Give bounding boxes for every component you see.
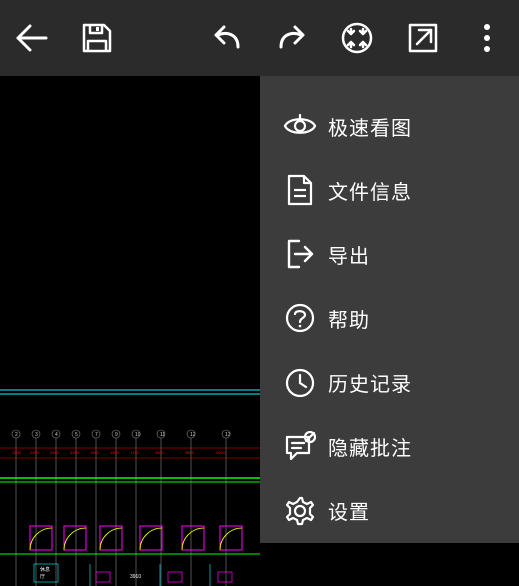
menu-item-label: 设置: [328, 496, 370, 525]
menu-item-label: 导出: [328, 240, 370, 269]
menu-item-settings[interactable]: 设置: [260, 479, 519, 543]
svg-text:3600: 3600: [185, 450, 195, 455]
menu-item-history[interactable]: 历史记录: [260, 351, 519, 415]
menu-item-label: 历史记录: [328, 368, 412, 397]
menu-item-export[interactable]: 导出: [260, 222, 519, 286]
svg-text:厅: 厅: [40, 574, 45, 580]
svg-text:3000: 3000: [216, 450, 226, 455]
toolbar: [0, 0, 519, 76]
menu-item-label: 极速看图: [328, 112, 412, 141]
file-icon: [282, 172, 318, 208]
gear-icon: [282, 493, 318, 529]
fullscreen-icon: [407, 22, 439, 54]
save-button[interactable]: [78, 19, 116, 57]
menu-item-label: 隐藏批注: [328, 432, 412, 461]
back-button[interactable]: [12, 19, 50, 57]
svg-text:2: 2: [15, 432, 18, 438]
annotation-hide-icon: [282, 429, 318, 465]
svg-text:9: 9: [115, 432, 118, 438]
svg-text:5: 5: [75, 432, 78, 438]
more-vertical-icon: [483, 22, 491, 54]
zoom-extents-button[interactable]: [338, 19, 376, 57]
svg-text:3600: 3600: [155, 450, 165, 455]
redo-button[interactable]: [273, 19, 311, 57]
help-icon: [282, 300, 318, 336]
fullscreen-button[interactable]: [404, 19, 442, 57]
zoom-extents-icon: [340, 21, 374, 55]
undo-button[interactable]: [208, 19, 246, 57]
more-menu-panel: 极速看图 文件信息 导出 帮助: [260, 76, 519, 543]
redo-icon: [277, 23, 307, 53]
menu-item-file-info[interactable]: 文件信息: [260, 158, 519, 222]
export-icon: [282, 236, 318, 272]
clock-icon: [282, 365, 318, 401]
svg-text:1500: 1500: [90, 450, 100, 455]
svg-text:3200: 3200: [70, 450, 80, 455]
svg-text:3: 3: [35, 432, 38, 438]
menu-item-hide-annotation[interactable]: 隐藏批注: [260, 415, 519, 479]
cad-drawing: 234 579 101112 13 150024002400 320015001…: [0, 386, 260, 586]
menu-item-label: 帮助: [328, 304, 370, 333]
save-icon: [80, 21, 114, 55]
svg-text:2400: 2400: [50, 450, 60, 455]
menu-item-label: 文件信息: [328, 176, 412, 205]
svg-text:休息: 休息: [40, 566, 50, 573]
eye-icon: [282, 108, 318, 144]
svg-text:2400: 2400: [30, 450, 40, 455]
svg-text:7: 7: [95, 432, 98, 438]
menu-item-help[interactable]: 帮助: [260, 286, 519, 350]
svg-text:4: 4: [55, 432, 58, 438]
svg-text:1500: 1500: [110, 450, 120, 455]
svg-text:3910: 3910: [130, 574, 141, 580]
menu-item-fast-view[interactable]: 极速看图: [260, 94, 519, 158]
more-menu-button[interactable]: [468, 19, 506, 57]
arrow-left-icon: [14, 24, 48, 52]
svg-text:1500: 1500: [12, 450, 22, 455]
svg-text:1700: 1700: [130, 450, 140, 455]
undo-icon: [212, 23, 242, 53]
